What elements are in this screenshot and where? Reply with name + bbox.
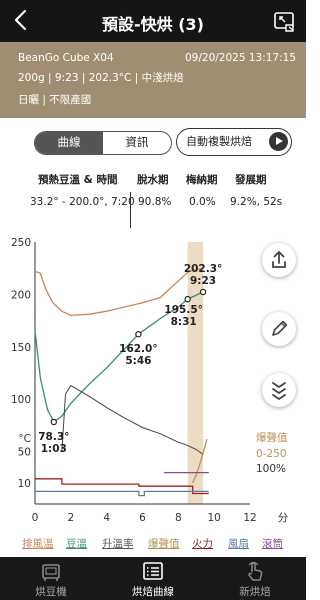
roast-summary: 200g | 9:23 | 202.3°C | 中淺烘焙 [18, 72, 184, 84]
auto-copy-roast-label: 自動複製烘焙 [186, 135, 252, 148]
legend-heat-power[interactable]: 火力 [192, 536, 213, 551]
annotation-temp: 162.0° [119, 343, 157, 355]
device-name: BeanGo Cube X04 [18, 52, 114, 64]
annotation-time: 5:46 [125, 355, 151, 367]
x-tick-label: 0 [32, 512, 39, 524]
annotation-point [184, 295, 191, 303]
phase-divider [130, 192, 131, 228]
nav-roast-curves[interactable]: 烘焙曲線 [102, 557, 204, 600]
x-tick-label: 2 [67, 512, 74, 524]
phase-value-development: 9.2%, 52s [230, 196, 283, 208]
phase-value-maillard: 0.0% [189, 196, 216, 208]
y-tick-label: °C [18, 433, 31, 445]
phase-header-drying: 脫水期 [137, 174, 169, 186]
crack-value-label: 爆聲值 [256, 431, 288, 444]
bean-info: 日曬 | 不限產國 [18, 94, 92, 106]
roaster-icon [42, 564, 60, 581]
annotation-time: 1:03 [41, 443, 67, 455]
tap-hand-icon [248, 561, 263, 581]
annotation-point [199, 288, 207, 296]
edit-icon [272, 320, 288, 336]
x-tick-label: 4 [103, 512, 110, 524]
annotation-temp: 195.5° [164, 304, 202, 316]
legend-crack-value[interactable]: 爆聲值 [148, 536, 180, 551]
x-tick-label: 6 [139, 512, 146, 524]
legend-drum[interactable]: 滾筒 [262, 536, 283, 551]
share-button[interactable] [262, 243, 296, 277]
view-tabs: 曲線 資訊 [34, 131, 172, 155]
legend-fan[interactable]: 風扇 [228, 536, 249, 551]
annotation-time: 9:23 [190, 275, 216, 287]
tab-info[interactable]: 資訊 [103, 132, 171, 154]
nav-new-roast-label: 新烘焙 [239, 586, 271, 598]
x-tick-label: 10 [207, 512, 220, 524]
play-icon [269, 132, 288, 151]
percent-label: 100% [256, 463, 286, 475]
x-tick-label: 12 [243, 512, 256, 524]
legend-ror[interactable]: 升溫率 [102, 536, 134, 551]
top-bar: 預設-快烘 (3) [0, 0, 306, 42]
y-tick-label: 10 [18, 478, 31, 490]
edit-button[interactable] [262, 312, 296, 346]
chart-legend: 排風溫 豆溫 升溫率 爆聲值 火力 風扇 滾筒 [0, 536, 306, 554]
phase-header-development: 發展期 [235, 174, 267, 186]
y-tick-label: 50 [18, 447, 31, 459]
y-tick-label: 200 [11, 289, 31, 301]
collapse-button[interactable] [262, 373, 296, 407]
collapse-icon [272, 382, 286, 400]
annotation-point [50, 418, 58, 426]
y-tick-label: 100 [11, 394, 31, 406]
share-icon [272, 250, 286, 268]
phase-value-preheat: 33.2° - 200.0°, 7:20 [30, 196, 135, 208]
legend-exhaust-temp[interactable]: 排風溫 [22, 536, 54, 551]
legend-bean-temp[interactable]: 豆溫 [66, 536, 87, 551]
roast-datetime: 09/20/2025 13:17:15 [184, 52, 296, 64]
annotation-point [135, 331, 142, 338]
page-title: 預設-快烘 (3) [102, 15, 204, 34]
nav-roaster[interactable]: 烘豆機 [0, 557, 102, 600]
roast-info-panel: BeanGo Cube X04 09/20/2025 13:17:15 200g… [0, 42, 306, 118]
series-line-5 [35, 490, 209, 497]
nav-new-roast[interactable]: 新烘焙 [204, 557, 306, 600]
phase-header-preheat: 預熱豆溫 & 時間 [38, 174, 118, 186]
x-axis-unit: 分 [278, 512, 289, 524]
nav-roast-curves-label: 烘焙曲線 [132, 586, 174, 598]
list-icon [143, 562, 163, 580]
y-tick-label: 250 [11, 237, 31, 249]
bottom-nav: 烘豆機 烘焙曲線 新烘焙 [0, 557, 306, 600]
annotation-temp: 78.3° [38, 431, 69, 443]
x-tick-label: 8 [175, 512, 182, 524]
annotation-time: 8:31 [171, 316, 197, 328]
y-tick-label: 150 [11, 342, 31, 354]
phase-header-maillard: 梅納期 [186, 174, 218, 186]
phase-value-drying: 90.8% [138, 196, 172, 208]
tab-curve[interactable]: 曲線 [35, 132, 103, 154]
crack-value-range-label: 0-250 [256, 448, 287, 460]
series-line-2 [61, 384, 204, 456]
nav-roaster-label: 烘豆機 [35, 586, 67, 598]
export-icon[interactable] [272, 8, 298, 34]
roast-curve-chart[interactable]: 250 200 150 100 50 10 °C 0 2 4 6 8 10 12 分 爆聲值 0-250 100%… [0, 234, 306, 534]
auto-copy-roast-button[interactable]: 自動複製烘焙 [176, 128, 292, 156]
annotation-temp: 202.3° [184, 263, 222, 275]
